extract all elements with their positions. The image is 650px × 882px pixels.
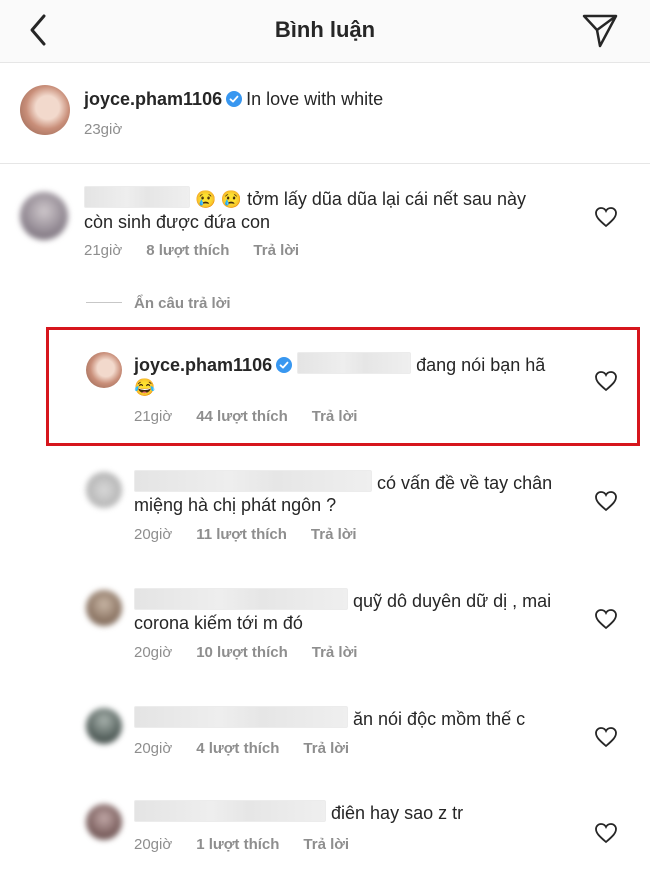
laughing-emoji: 😂 <box>134 378 156 397</box>
comment-text: quỹ dô duyên dữ dị , mai corona kiếm tới… <box>134 588 554 634</box>
blurred-username[interactable] <box>134 706 348 728</box>
comment-meta: 20giờ 4 lượt thích Trả lời <box>134 740 373 757</box>
like-count[interactable]: 8 lượt thích <box>146 242 229 259</box>
like-count[interactable]: 11 lượt thích <box>196 526 287 543</box>
avatar[interactable] <box>86 590 122 626</box>
verified-badge-icon <box>226 91 243 107</box>
comment-meta: 20giờ 10 lượt thích Trả lời <box>134 644 381 661</box>
like-count[interactable]: 4 lượt thích <box>196 740 279 757</box>
heart-icon[interactable] <box>594 206 618 228</box>
comment-content: đang nói bạn hã <box>416 355 546 375</box>
comment-timestamp: 20giờ <box>134 644 173 661</box>
avatar[interactable] <box>20 192 68 240</box>
reply-item: có vấn đề về tay chân miệng hà chị phát … <box>0 460 650 560</box>
blurred-username[interactable] <box>84 186 190 208</box>
caption-line: joyce.pham1106 In love with white <box>84 89 383 110</box>
heart-icon[interactable] <box>594 726 618 748</box>
heart-icon[interactable] <box>594 608 618 630</box>
reply-button[interactable]: Trả lời <box>303 740 349 757</box>
hide-replies-label: Ẩn câu trả lời <box>134 295 231 312</box>
username-link[interactable]: joyce.pham1106 <box>84 89 222 109</box>
verified-badge-icon <box>276 357 293 373</box>
reply-button[interactable]: Trả lời <box>253 242 299 259</box>
avatar[interactable] <box>86 472 122 508</box>
reply-item: ăn nói độc mồm thế c 20giờ 4 lượt thích Tr… <box>0 696 650 786</box>
caption-timestamp: 23giờ <box>84 121 123 138</box>
reply-item: quỹ dô duyên dữ dị , mai corona kiếm tới… <box>0 578 650 678</box>
avatar[interactable] <box>86 352 122 388</box>
avatar[interactable] <box>86 804 122 840</box>
avatar[interactable] <box>20 85 70 135</box>
crying-emoji: 😢 😢 <box>195 190 243 209</box>
comment-timestamp: 20giờ <box>134 740 173 757</box>
blurred-username[interactable] <box>134 800 326 822</box>
reply-item: điên hay sao z tr 20giờ 1 lượt thích Trả l… <box>0 792 650 880</box>
heart-icon[interactable] <box>594 822 618 844</box>
page-title: Bình luận <box>274 17 376 42</box>
avatar[interactable] <box>86 708 122 744</box>
paper-plane-icon[interactable] <box>580 10 620 50</box>
like-count[interactable]: 1 lượt thích <box>196 836 279 853</box>
reply-button[interactable]: Trả lời <box>311 526 357 543</box>
comment-meta: 20giờ 1 lượt thích Trả lời <box>134 836 373 853</box>
comment-item: 😢 😢 tởm lấy dũa dũa lại cái nết sau này … <box>0 176 650 286</box>
heart-icon[interactable] <box>594 370 618 392</box>
comment-meta: 20giờ 11 lượt thích Trả lời <box>134 526 381 543</box>
reply-button[interactable]: Trả lời <box>303 836 349 853</box>
reply-item: joyce.pham1106 đang nói bạn hã 😂 21giờ 44… <box>0 340 650 440</box>
blurred-mention[interactable] <box>297 352 412 374</box>
comment-content: điên hay sao z tr <box>331 803 464 823</box>
username-link[interactable]: joyce.pham1106 <box>134 355 272 375</box>
heart-icon[interactable] <box>594 490 618 512</box>
comment-meta: 21giờ 44 lượt thích Trả lời <box>134 408 381 425</box>
blurred-username[interactable] <box>134 588 348 610</box>
blurred-username[interactable] <box>134 470 372 492</box>
comment-text: điên hay sao z tr <box>134 800 554 824</box>
comment-meta: 21giờ 8 lượt thích Trả lời <box>84 242 323 259</box>
top-bar: Bình luận <box>0 0 650 63</box>
caption-text: In love with white <box>246 89 384 109</box>
like-count[interactable]: 44 lượt thích <box>196 408 288 425</box>
comment-text: joyce.pham1106 đang nói bạn hã 😂 <box>134 352 564 399</box>
reply-button[interactable]: Trả lời <box>312 408 358 425</box>
comment-text: 😢 😢 tởm lấy dũa dũa lại cái nết sau này … <box>84 186 554 233</box>
like-count[interactable]: 10 lượt thích <box>196 644 288 661</box>
divider <box>86 302 122 303</box>
comment-timestamp: 21giờ <box>84 242 123 259</box>
comment-content: ăn nói độc mồm thế c <box>353 709 526 729</box>
comment-timestamp: 20giờ <box>134 836 173 853</box>
comment-timestamp: 20giờ <box>134 526 173 543</box>
comment-timestamp: 21giờ <box>134 408 173 425</box>
reply-button[interactable]: Trả lời <box>312 644 358 661</box>
comment-text: có vấn đề về tay chân miệng hà chị phát … <box>134 470 554 516</box>
comment-text: ăn nói độc mồm thế c <box>134 706 554 730</box>
post-caption: joyce.pham1106 In love with white 23giờ <box>0 63 650 164</box>
